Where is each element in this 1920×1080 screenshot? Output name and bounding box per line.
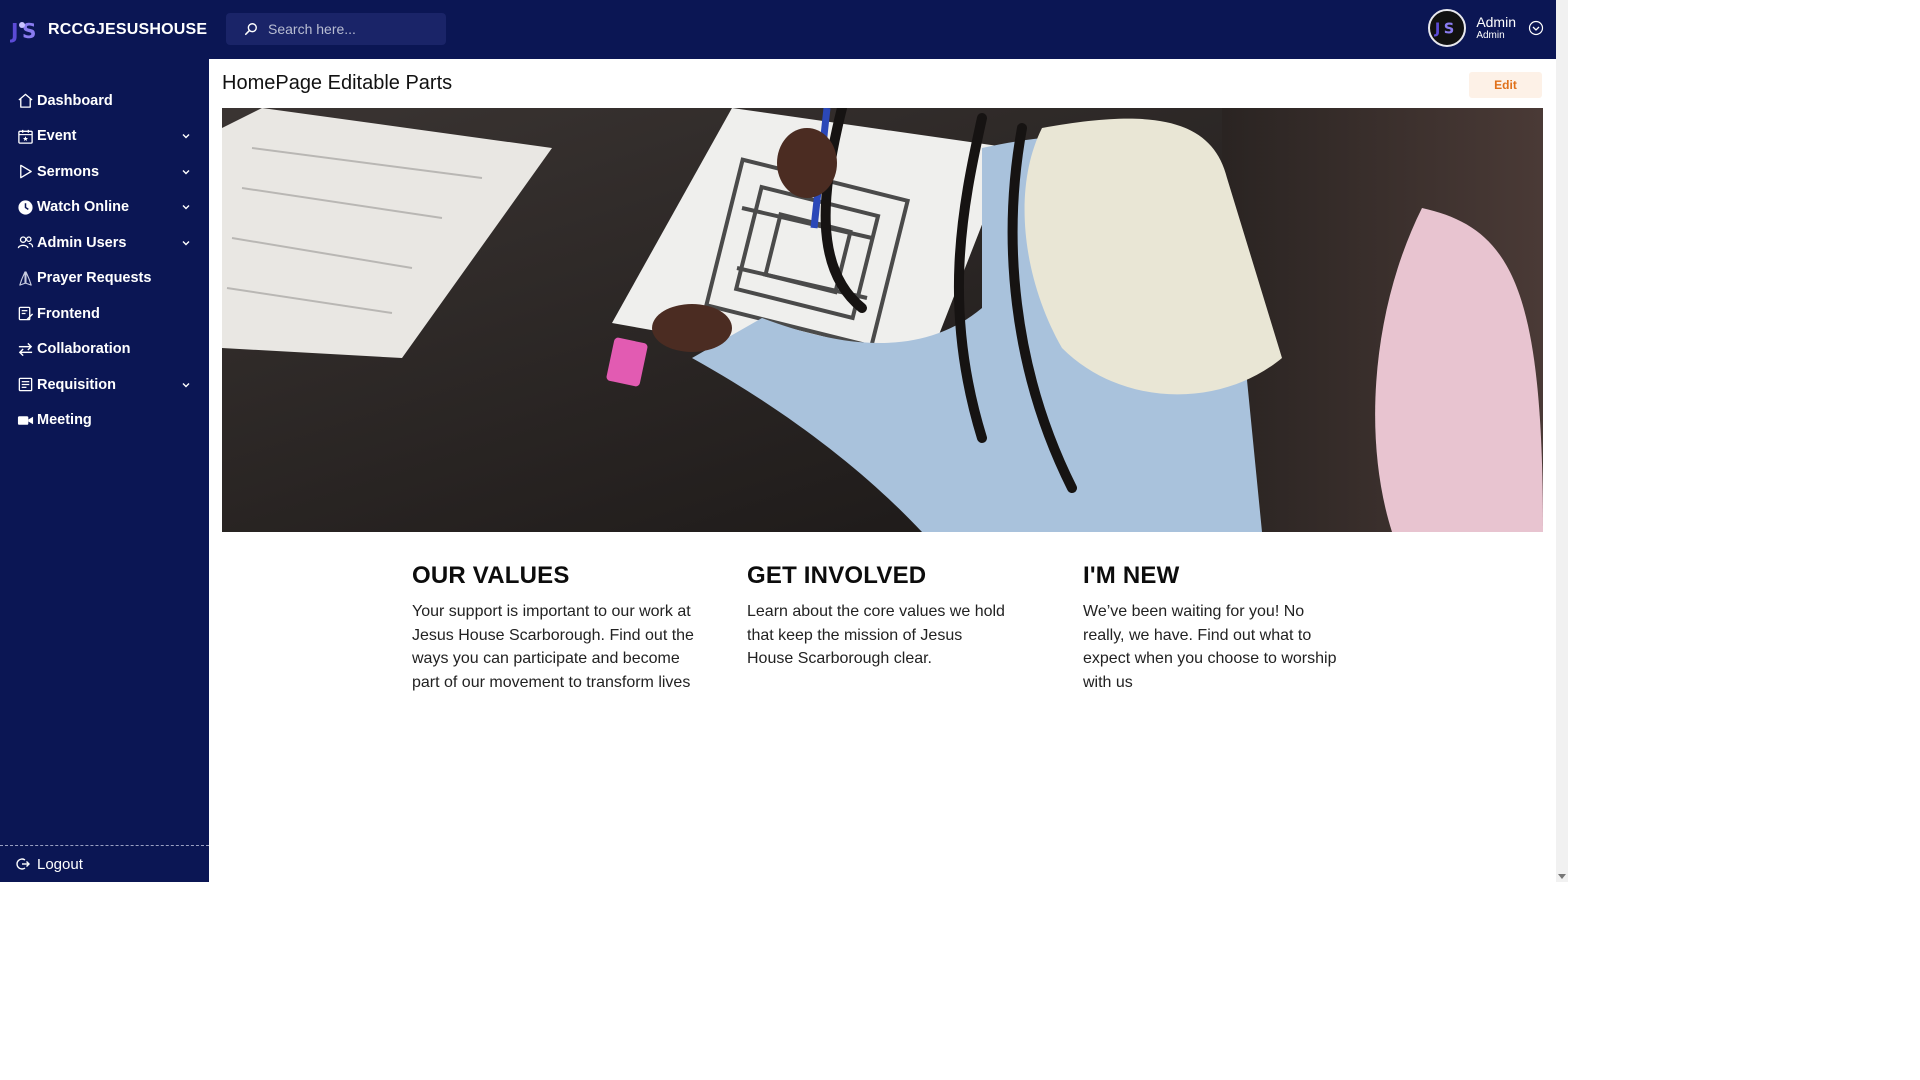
section-our-values: OUR VALUES Your support is important to … (412, 562, 702, 694)
search-box[interactable] (226, 13, 446, 45)
chevron-down-icon (182, 134, 190, 139)
sidebar-item-label: Admin Users (37, 234, 127, 251)
svg-text:S: S (22, 19, 36, 43)
sidebar-item-sermons[interactable]: Sermons (0, 154, 209, 190)
list-document-icon (16, 376, 34, 394)
search-icon (244, 23, 257, 36)
section-get-involved: GET INVOLVED Learn about the core values… (747, 562, 1012, 671)
sidebar-item-label: Sermons (37, 163, 100, 180)
svg-text:S: S (1444, 21, 1455, 38)
sidebar-item-watch-online[interactable]: Watch Online (0, 190, 209, 226)
sidebar-item-prayer-requests[interactable]: Prayer Requests (0, 261, 209, 297)
section-im-new: I'M NEW We’ve been waiting for you! No r… (1083, 562, 1348, 694)
logout-icon (16, 858, 30, 870)
chevron-down-icon (182, 240, 190, 246)
svg-text:J: J (10, 19, 18, 43)
svg-text:J: J (1434, 21, 1440, 38)
chevron-down-circle-icon[interactable] (1528, 20, 1544, 36)
chevron-down-icon (182, 205, 190, 210)
edit-button[interactable]: Edit (1469, 72, 1542, 98)
calendar-icon (16, 127, 34, 145)
brand-name: RCCGJESUSHOUSE (48, 21, 208, 38)
sidebar-item-label: Watch Online (37, 199, 130, 216)
section-heading: OUR VALUES (412, 562, 570, 589)
sidebar-item-label: Requisition (37, 376, 116, 393)
sidebar: Dashboard Event Sermons Watch Online Adm… (0, 59, 209, 882)
page-scrollbar[interactable] (1556, 0, 1568, 882)
section-heading: GET INVOLVED (747, 562, 927, 589)
home-icon (16, 92, 34, 110)
avatar[interactable]: J S (1428, 9, 1467, 47)
play-icon (16, 163, 34, 181)
child-drawing-photo (222, 108, 1543, 532)
chevron-down-icon (182, 169, 190, 175)
chevron-down-icon (182, 382, 190, 388)
brand[interactable]: J S RCCGJESUSHOUSE (10, 16, 207, 44)
sidebar-item-dashboard[interactable]: Dashboard (0, 83, 209, 119)
sidebar-nav: Dashboard Event Sermons Watch Online Adm… (0, 83, 209, 438)
user-role: Admin (1476, 30, 1505, 42)
sidebar-item-label: Frontend (37, 305, 100, 322)
users-icon (16, 234, 34, 252)
video-camera-icon (16, 411, 34, 429)
page-title: HomePage Editable Parts (222, 72, 453, 94)
search-input[interactable] (266, 20, 440, 38)
sidebar-item-label: Prayer Requests (37, 270, 152, 287)
sidebar-item-meeting[interactable]: Meeting (0, 403, 209, 439)
section-heading: I'M NEW (1083, 562, 1180, 589)
scroll-down-arrow-icon[interactable] (1558, 872, 1566, 880)
logout-button[interactable]: Logout (0, 845, 209, 882)
top-bar: J S RCCGJESUSHOUSE J S Admin Admin (0, 0, 1556, 59)
sidebar-item-collaboration[interactable]: Collaboration (0, 332, 209, 368)
user-menu[interactable]: J S Admin Admin (1428, 9, 1544, 47)
section-text: Your support is important to our work at… (412, 603, 694, 691)
edit-document-icon (16, 305, 34, 323)
hero-image (222, 108, 1543, 532)
sidebar-item-label: Collaboration (37, 341, 131, 358)
sidebar-item-requisition[interactable]: Requisition (0, 367, 209, 403)
praying-hands-icon (16, 269, 34, 287)
sidebar-item-event[interactable]: Event (0, 119, 209, 155)
logout-label: Logout (37, 855, 83, 873)
section-text: We’ve been waiting for you! No really, w… (1083, 603, 1337, 691)
brand-logo-icon: J S (10, 19, 36, 43)
sidebar-item-label: Meeting (37, 412, 92, 429)
clock-icon (16, 198, 34, 216)
section-text: Learn about the core values we hold that… (747, 603, 1005, 667)
sidebar-item-admin-users[interactable]: Admin Users (0, 225, 209, 261)
sidebar-item-frontend[interactable]: Frontend (0, 296, 209, 332)
user-name: Admin (1476, 14, 1516, 31)
sidebar-item-label: Dashboard (37, 92, 113, 109)
avatar-logo-icon: J S (1434, 21, 1455, 38)
sidebar-item-label: Event (37, 128, 77, 145)
arrows-exchange-icon (16, 340, 34, 358)
